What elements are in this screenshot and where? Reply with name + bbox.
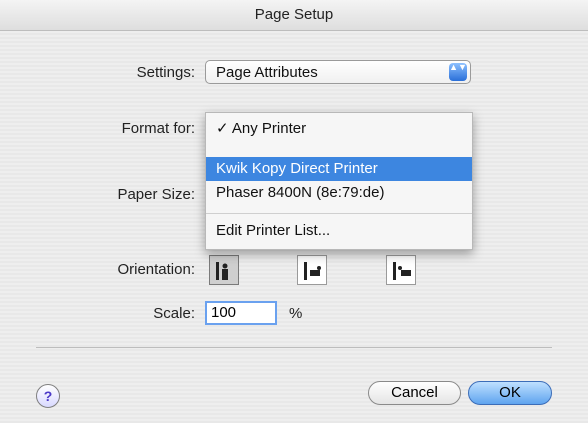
cancel-button[interactable]: Cancel — [368, 381, 461, 405]
paper-size-label: Paper Size: — [117, 186, 195, 203]
orientation-label: Orientation: — [117, 261, 195, 278]
orientation-landscape-button[interactable] — [297, 255, 327, 285]
format-for-menu: ✓ Any Printer Kwik Kopy Direct Printer P… — [205, 112, 473, 250]
scale-input[interactable]: 100 — [205, 301, 277, 325]
menu-item-edit-printer-list[interactable]: Edit Printer List... — [206, 219, 472, 243]
ok-button[interactable]: OK — [468, 381, 552, 405]
scale-value: 100 — [211, 304, 237, 321]
landscape-icon — [304, 262, 321, 280]
orientation-reverse-landscape-button[interactable] — [386, 255, 416, 285]
settings-label: Settings: — [136, 64, 195, 81]
page-setup-dialog: Settings: Page Attributes ▲▼ Format for:… — [0, 31, 588, 423]
orientation-portrait-button[interactable] — [209, 255, 239, 285]
divider — [36, 347, 552, 348]
window-title: Page Setup — [0, 0, 588, 31]
scale-unit: % — [289, 305, 303, 322]
menu-item-kwik-kopy-direct-printer[interactable]: Kwik Kopy Direct Printer — [206, 157, 472, 181]
scale-label: Scale: — [153, 305, 195, 322]
menu-separator — [206, 213, 472, 214]
portrait-icon — [216, 262, 228, 280]
menu-item-any-printer[interactable]: ✓ Any Printer — [206, 117, 472, 141]
format-for-label: Format for: — [121, 120, 195, 137]
help-button[interactable]: ? — [36, 384, 60, 408]
reverse-landscape-icon — [393, 262, 411, 280]
settings-popup[interactable]: Page Attributes ▲▼ — [205, 60, 471, 84]
settings-value: Page Attributes — [216, 64, 318, 81]
menu-item-phaser-8400n[interactable]: Phaser 8400N (8e:79:de) — [206, 181, 472, 205]
popup-stepper-icon: ▲▼ — [449, 63, 467, 81]
